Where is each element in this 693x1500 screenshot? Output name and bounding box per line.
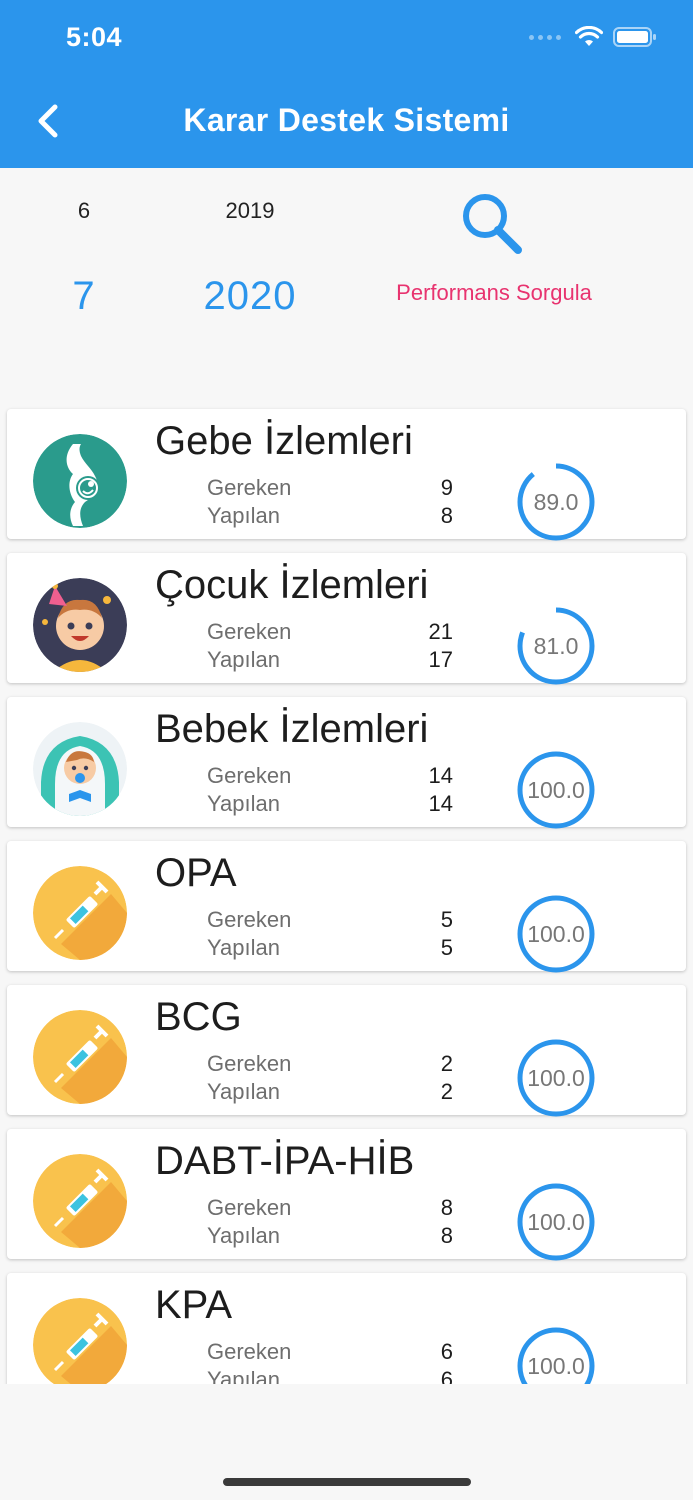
required-value: 6: [440, 1339, 453, 1364]
score-gauge: 81.0: [515, 605, 597, 687]
indicator-title: OPA: [155, 851, 237, 895]
search-icon: [463, 194, 522, 254]
score-gauge: 89.0: [515, 461, 597, 543]
syringe-icon: [33, 1298, 127, 1384]
required-label: Gereken: [207, 619, 292, 644]
score-value: 81.0: [533, 633, 579, 659]
status-time: 5:04: [66, 22, 123, 52]
indicator-title: DABT-İPA-HİB: [155, 1139, 415, 1183]
done-value: 8: [440, 1223, 453, 1248]
indicator-card[interactable]: DABT-İPA-HİB Gereken Yapılan 8 8 100.0: [7, 1129, 686, 1261]
done-label: Yapılan: [207, 1367, 280, 1384]
pregnant-icon: [33, 434, 127, 528]
done-value: 17: [428, 647, 453, 672]
syringe-icon: [33, 1154, 127, 1248]
score-value: 100.0: [527, 921, 585, 947]
done-value: 6: [440, 1367, 453, 1384]
app-bar: 5:04 Karar Destek Sistemi: [0, 0, 693, 168]
previous-month-picker[interactable]: 6: [44, 198, 124, 224]
score-gauge: 100.0: [515, 1037, 597, 1119]
required-label: Gereken: [207, 475, 292, 500]
required-value: 9: [440, 475, 453, 500]
syringe-icon: [33, 866, 127, 960]
required-label: Gereken: [207, 1195, 292, 1220]
required-value: 5: [440, 907, 453, 932]
previous-year-picker[interactable]: 2019: [190, 198, 310, 224]
search-button[interactable]: [458, 192, 526, 254]
done-value: 5: [440, 935, 453, 960]
baby-icon: [33, 722, 127, 816]
indicator-title: KPA: [155, 1283, 233, 1327]
done-label: Yapılan: [207, 1079, 280, 1104]
required-label: Gereken: [207, 763, 292, 788]
signal-icon: [529, 34, 561, 40]
indicator-title: Gebe İzlemleri: [155, 419, 413, 463]
indicator-title: Çocuk İzlemleri: [155, 563, 429, 607]
indicator-title: Bebek İzlemleri: [155, 707, 429, 751]
score-value: 100.0: [527, 1209, 585, 1235]
score-gauge: 100.0: [515, 1181, 597, 1263]
indicator-list[interactable]: Gebe İzlemleri Gereken Yapılan 9 8 89.0 …: [0, 404, 693, 1384]
required-label: Gereken: [207, 1339, 292, 1364]
home-indicator[interactable]: [223, 1478, 471, 1486]
score-value: 100.0: [527, 777, 585, 803]
score-value: 89.0: [533, 489, 579, 515]
indicator-card[interactable]: Çocuk İzlemleri Gereken Yapılan 21 17 81…: [7, 553, 686, 685]
score-gauge: 100.0: [515, 749, 597, 831]
done-label: Yapılan: [207, 503, 280, 528]
performance-query-button[interactable]: Performans Sorgula: [380, 280, 608, 306]
page-title: Karar Destek Sistemi: [183, 102, 510, 138]
done-value: 14: [428, 791, 453, 816]
status-icons: [529, 26, 657, 48]
syringe-icon: [33, 1010, 127, 1104]
battery-icon: [613, 27, 656, 47]
done-value: 2: [440, 1079, 453, 1104]
required-value: 21: [428, 619, 453, 644]
done-label: Yapılan: [207, 1223, 280, 1248]
indicator-card[interactable]: BCG Gereken Yapılan 2 2 100.0: [7, 985, 686, 1117]
score-value: 100.0: [527, 1353, 585, 1379]
score-gauge: 100.0: [515, 1325, 597, 1384]
done-label: Yapılan: [207, 791, 280, 816]
indicator-card[interactable]: OPA Gereken Yapılan 5 5 100.0: [7, 841, 686, 973]
score-value: 100.0: [527, 1065, 585, 1091]
done-label: Yapılan: [207, 935, 280, 960]
indicator-card[interactable]: Gebe İzlemleri Gereken Yapılan 9 8 89.0: [7, 409, 686, 541]
score-gauge: 100.0: [515, 893, 597, 975]
indicator-title: BCG: [155, 995, 242, 1039]
date-filter-panel: 6 2019 7 2020 Performans Sorgula: [0, 168, 693, 404]
current-month-picker[interactable]: 7: [44, 274, 124, 319]
done-label: Yapılan: [207, 647, 280, 672]
required-label: Gereken: [207, 907, 292, 932]
required-label: Gereken: [207, 1051, 292, 1076]
required-value: 14: [428, 763, 453, 788]
done-value: 8: [440, 503, 453, 528]
current-year-picker[interactable]: 2020: [180, 274, 320, 319]
indicator-card[interactable]: Bebek İzlemleri Gereken Yapılan 14 14 10…: [7, 697, 686, 829]
required-value: 2: [440, 1051, 453, 1076]
child-icon: [33, 578, 127, 672]
wifi-icon: [575, 26, 603, 46]
required-value: 8: [440, 1195, 453, 1220]
indicator-card[interactable]: KPA Gereken Yapılan 6 6 100.0: [7, 1273, 686, 1384]
